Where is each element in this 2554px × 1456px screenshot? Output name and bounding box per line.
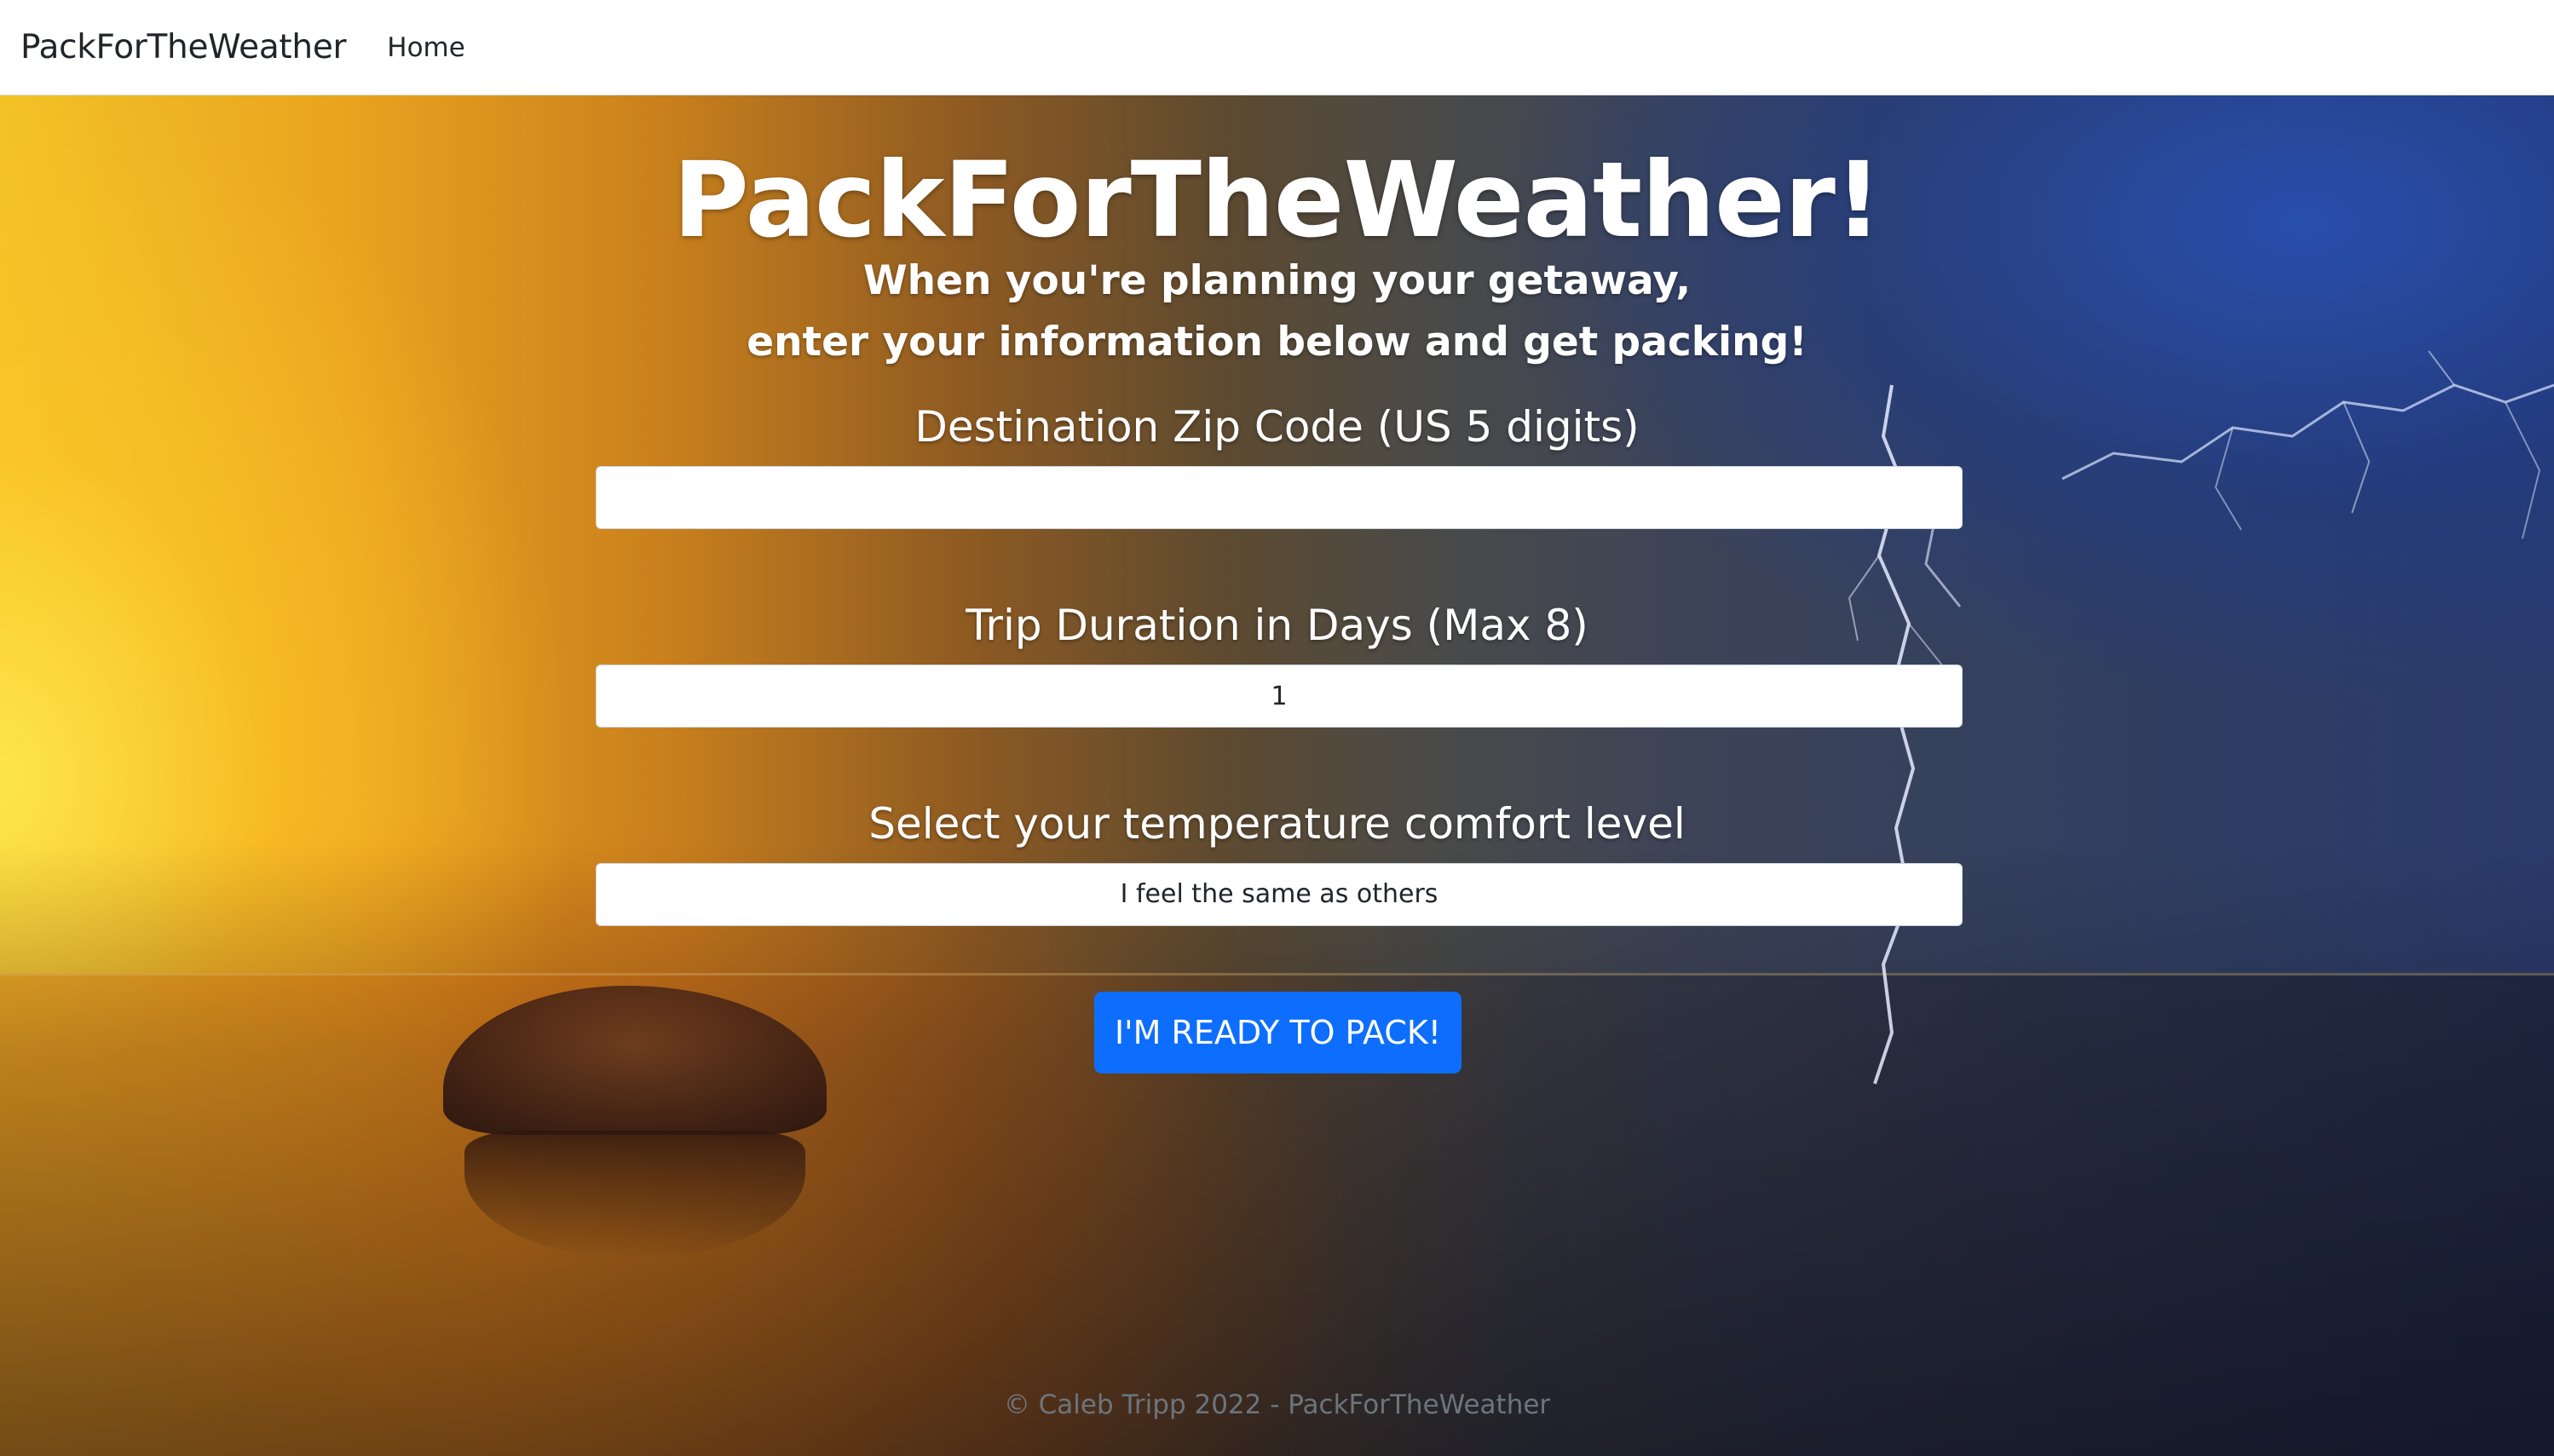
zip-input[interactable] [596, 466, 1963, 529]
page-title: PackForTheWeather! [672, 140, 1882, 261]
nav-home-link[interactable]: Home [387, 32, 465, 63]
pack-submit-button[interactable]: I'M READY TO PACK! [1094, 992, 1461, 1073]
comfort-select[interactable]: I feel the same as others [596, 863, 1963, 926]
duration-input[interactable] [596, 665, 1963, 728]
duration-label: Trip Duration in Days (Max 8) [966, 601, 1588, 650]
page-subtitle: When you're planning your getaway, enter… [0, 250, 2554, 373]
comfort-label: Select your temperature comfort level [868, 799, 1686, 849]
subtitle-line-2: enter your information below and get pac… [747, 319, 1807, 365]
navbar: PackForTheWeather Home [0, 0, 2554, 95]
footer-copyright: © Caleb Tripp 2022 - PackForTheWeather [1003, 1390, 1551, 1420]
zip-label: Destination Zip Code (US 5 digits) [914, 402, 1640, 452]
brand-link[interactable]: PackForTheWeather [20, 28, 347, 66]
subtitle-line-1: When you're planning your getaway, [862, 257, 1692, 304]
